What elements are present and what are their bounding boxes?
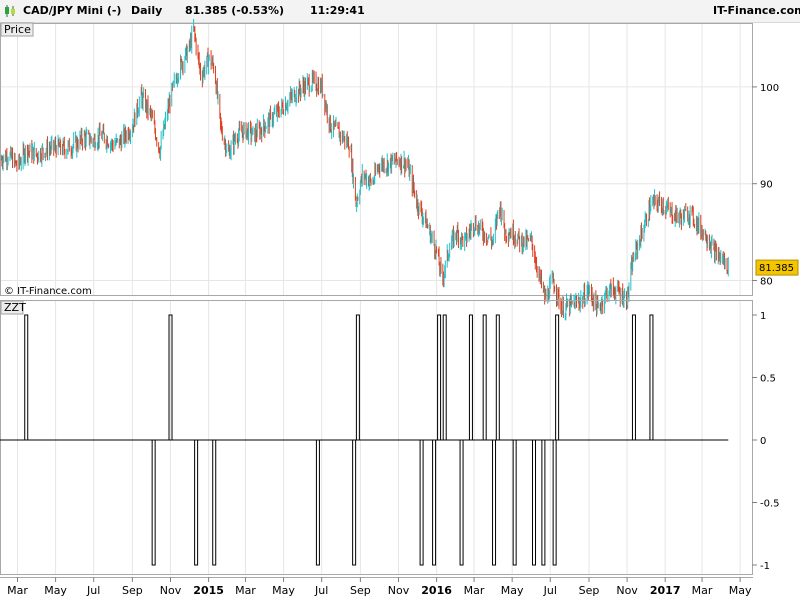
- zzt-pane-frame: [0, 300, 753, 575]
- x-tick-label: Sep: [350, 584, 371, 597]
- price-tick-label: 80: [760, 276, 773, 287]
- x-tick-label: May: [501, 584, 524, 597]
- zzt-signal: [459, 439, 464, 566]
- x-tick-label: Sep: [579, 584, 600, 597]
- x-tick-label: 2017: [650, 584, 681, 597]
- price-tick-label: 90: [760, 180, 773, 191]
- price-pane-frame: [0, 23, 753, 296]
- price-pane-label: Price: [4, 23, 31, 36]
- zzt-signal: [419, 439, 424, 566]
- zzt-signal: [355, 314, 360, 441]
- zzt-signal: [151, 439, 156, 566]
- zzt-axis: 1 0.5 0 -0.5 -1: [752, 311, 780, 572]
- zzt-signal: [631, 314, 636, 441]
- zzt-signal: [315, 439, 320, 566]
- zzt-signal: [442, 314, 447, 441]
- x-tick-label: Sep: [122, 584, 143, 597]
- price-tick-label: 100: [760, 83, 779, 94]
- zzt-signal: [512, 439, 517, 566]
- x-tick-label: Nov: [616, 584, 638, 597]
- x-tick-label: Nov: [388, 584, 410, 597]
- x-tick-label: Mar: [235, 584, 256, 597]
- x-tick-label: 2016: [421, 584, 452, 597]
- zzt-series: [0, 314, 729, 566]
- zzt-signal: [495, 314, 500, 441]
- zzt-signal: [212, 439, 217, 566]
- zzt-signal: [352, 439, 357, 566]
- zzt-signal: [541, 439, 546, 566]
- zzt-tick-label: -1: [760, 561, 770, 572]
- x-tick-label: May: [272, 584, 295, 597]
- price-gridlines: [0, 24, 752, 295]
- x-tick-label: Mar: [7, 584, 28, 597]
- chart-canvas[interactable]: Price © IT-Finance.com 80 90 100 81.385 ZZ…: [0, 0, 800, 600]
- time-axis: Mar May Jul Sep Nov 2015 Mar May Jul Sep Nov 2016 Ma…: [7, 577, 752, 597]
- zzt-signal: [24, 314, 29, 441]
- zzt-signal: [492, 439, 497, 566]
- x-tick-label: Mar: [692, 584, 713, 597]
- zzt-tick-label: 1: [760, 311, 766, 322]
- zzt-signal: [482, 314, 487, 441]
- zzt-tick-label: -0.5: [760, 499, 780, 510]
- zzt-signal: [552, 439, 557, 566]
- last-price-label: 81.385: [759, 263, 794, 274]
- x-tick-label: Jul: [543, 584, 557, 597]
- zzt-tick-label: 0.5: [760, 374, 776, 385]
- x-tick-label: Mar: [464, 584, 485, 597]
- x-tick-label: Nov: [160, 584, 182, 597]
- zzt-signal: [555, 314, 560, 441]
- zzt-tick-label: 0: [760, 436, 766, 447]
- zzt-gridlines: [16, 301, 741, 575]
- x-tick-label: 2015: [193, 584, 224, 597]
- x-tick-label: May: [729, 584, 752, 597]
- candles: [0, 18, 729, 321]
- zzt-signal: [432, 439, 437, 566]
- zzt-signal: [468, 314, 473, 441]
- x-tick-label: May: [44, 584, 67, 597]
- zzt-signal: [649, 314, 654, 441]
- price-axis: 80 90 100: [752, 83, 779, 287]
- zzt-pane-label: ZZT: [4, 301, 26, 314]
- zzt-signal: [532, 439, 537, 566]
- zzt-signal: [194, 439, 199, 566]
- x-tick-label: Jul: [86, 584, 100, 597]
- copyright-text: © IT-Finance.com: [4, 286, 92, 297]
- x-tick-label: Jul: [314, 584, 328, 597]
- zzt-signal: [437, 314, 442, 441]
